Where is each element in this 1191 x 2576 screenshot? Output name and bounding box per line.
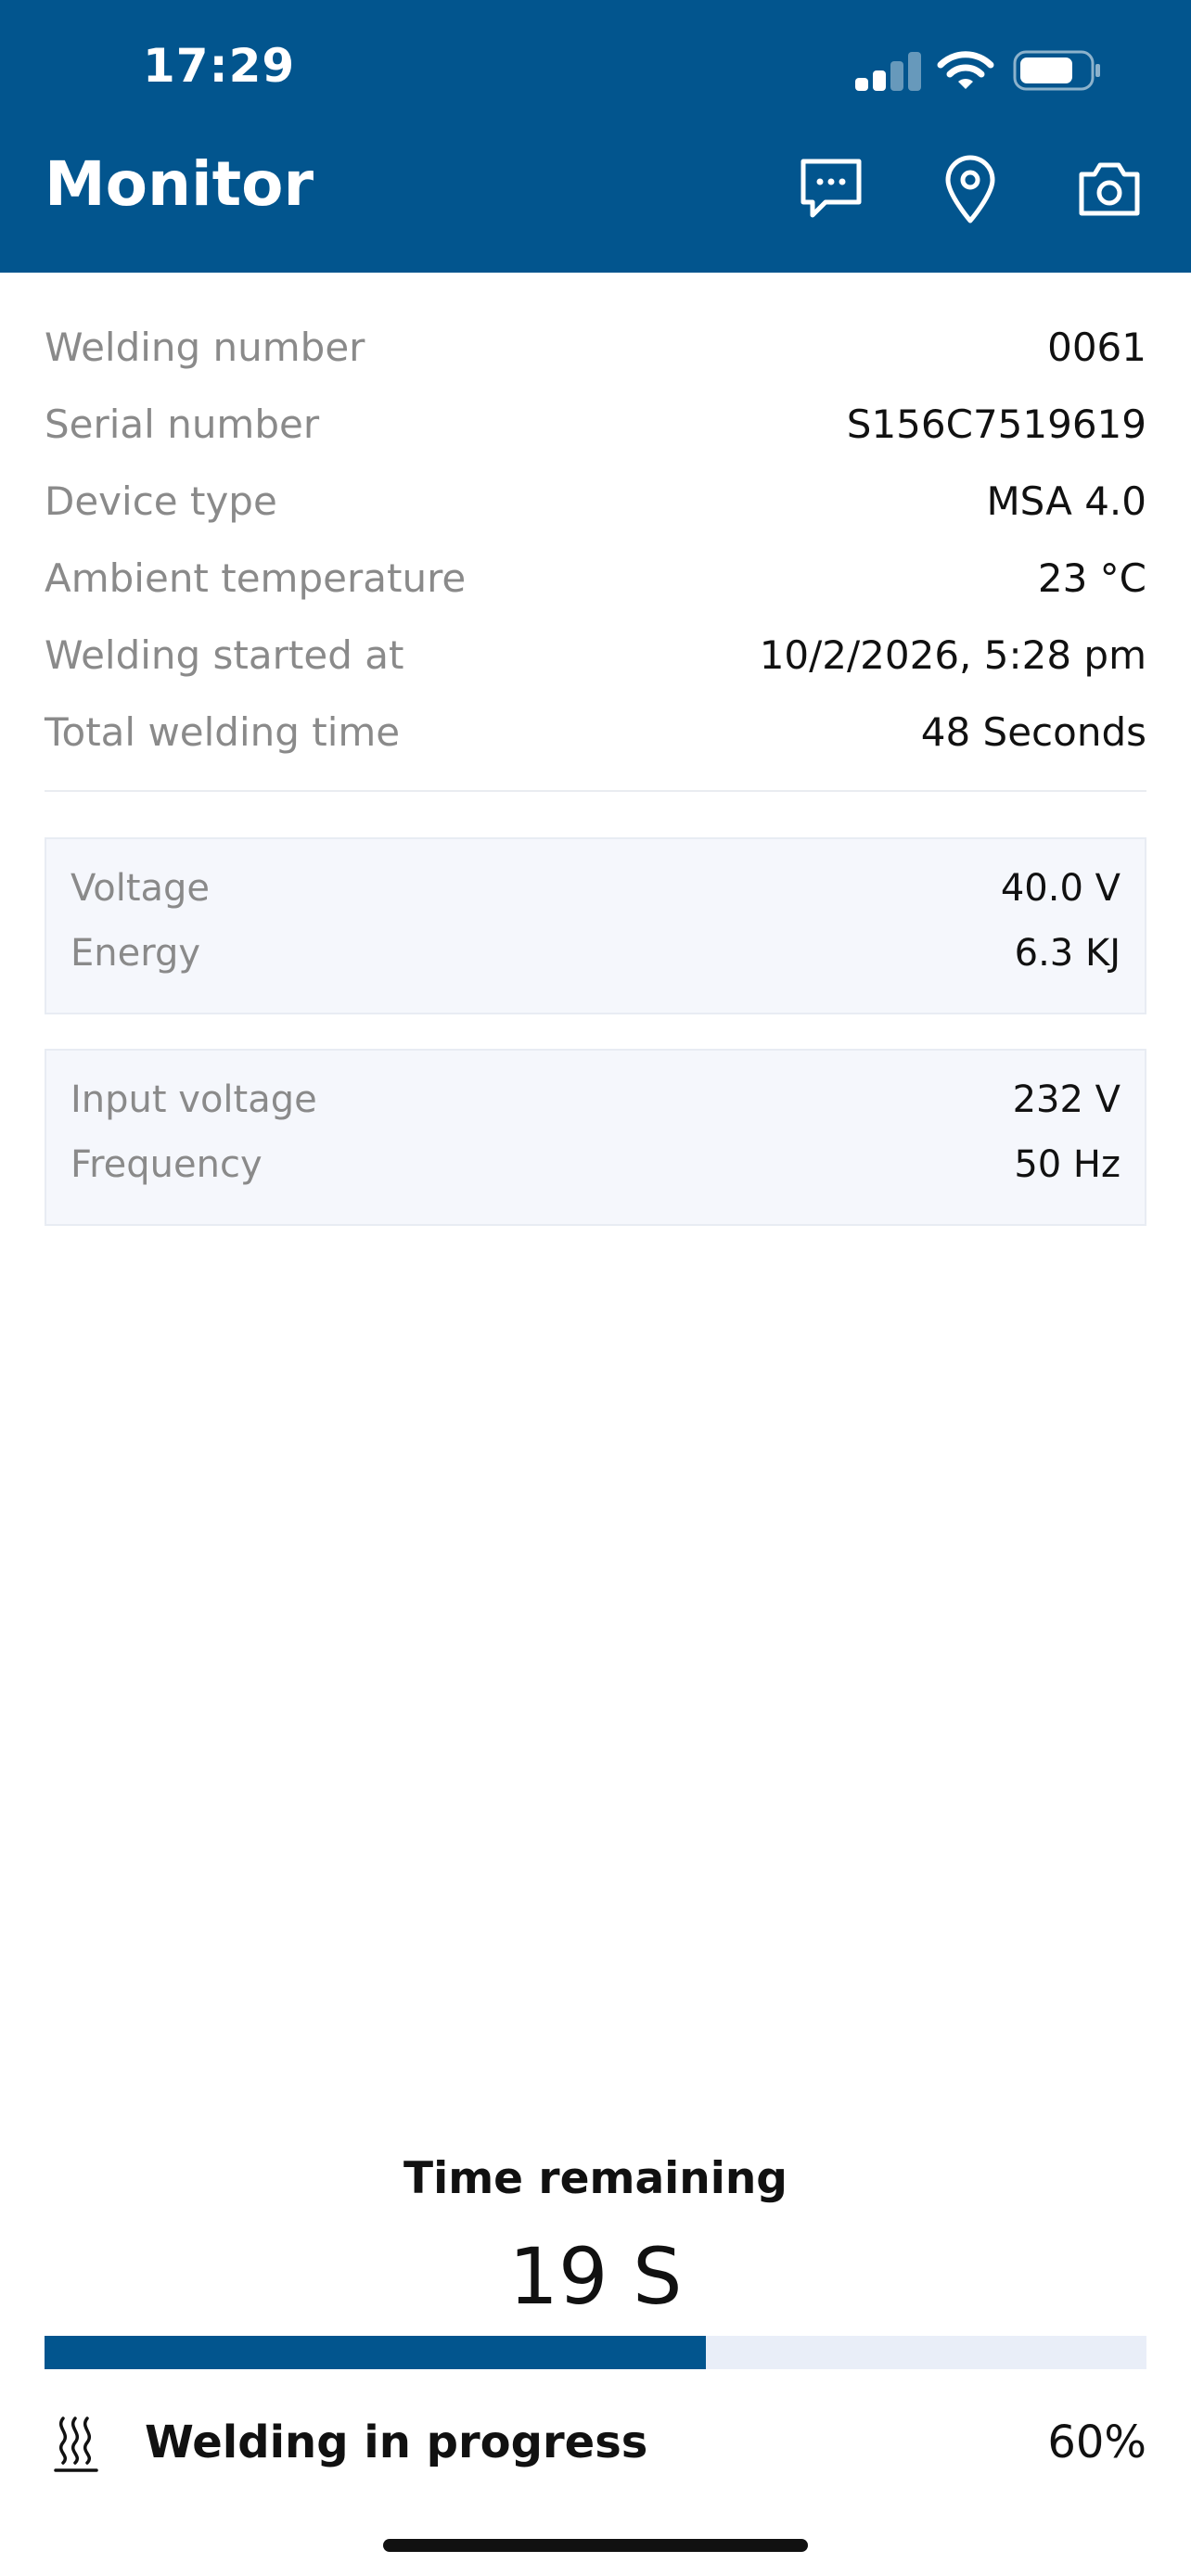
card-row-energy: Energy 6.3 KJ — [70, 921, 1121, 986]
card-label: Energy — [70, 932, 201, 975]
battery-icon — [1013, 50, 1102, 91]
detail-label: Ambient temperature — [45, 555, 467, 601]
time-remaining-label: Time remaining — [403, 2153, 788, 2204]
home-indicator[interactable] — [383, 2539, 808, 2552]
card-row-voltage: Voltage 40.0 V — [70, 856, 1121, 921]
location-pin-icon[interactable] — [935, 154, 1005, 224]
detail-row-serial-number: Serial number S156C7519619 — [45, 386, 1146, 463]
detail-value: S156C7519619 — [846, 402, 1146, 447]
wifi-icon — [937, 48, 994, 93]
detail-value: 10/2/2026, 5:28 pm — [759, 632, 1146, 678]
cellular-signal-icon — [855, 50, 922, 91]
card-row-input-voltage: Input voltage 232 V — [70, 1067, 1121, 1132]
card-label: Voltage — [70, 867, 211, 910]
detail-row-welding-number: Welding number 0061 — [45, 309, 1146, 386]
heat-waves-icon — [52, 2415, 100, 2474]
app-header: 17:29 Monitor — [0, 0, 1191, 273]
card-row-frequency: Frequency 50 Hz — [70, 1132, 1121, 1197]
welding-details: Welding number 0061 Serial number S156C7… — [45, 309, 1146, 771]
detail-label: Total welding time — [45, 709, 401, 755]
card-label: Frequency — [70, 1143, 263, 1186]
camera-icon[interactable] — [1074, 154, 1145, 224]
details-divider — [45, 790, 1146, 792]
card-label: Input voltage — [70, 1078, 317, 1121]
detail-label: Welding number — [45, 325, 365, 370]
welding-progress-percent: 60% — [1047, 2417, 1146, 2468]
input-values-card: Input voltage 232 V Frequency 50 Hz — [45, 1049, 1146, 1226]
time-remaining-value: 19 S — [508, 2231, 683, 2322]
detail-row-ambient-temperature: Ambient temperature 23 °C — [45, 540, 1146, 617]
detail-row-total-welding-time: Total welding time 48 Seconds — [45, 694, 1146, 771]
card-value: 40.0 V — [1000, 867, 1121, 910]
detail-value: 23 °C — [1037, 555, 1146, 601]
card-value: 50 Hz — [1014, 1143, 1121, 1186]
detail-value: 48 Seconds — [920, 709, 1146, 755]
status-bar-time: 17:29 — [143, 39, 296, 93]
detail-label: Serial number — [45, 402, 320, 447]
detail-row-welding-started: Welding started at 10/2/2026, 5:28 pm — [45, 617, 1146, 694]
welding-progress-fill — [45, 2336, 706, 2369]
detail-label: Device type — [45, 478, 277, 524]
welding-status-text: Welding in progress — [145, 2417, 648, 2468]
output-values-card: Voltage 40.0 V Energy 6.3 KJ — [45, 837, 1146, 1014]
page-title: Monitor — [45, 148, 314, 220]
detail-value: MSA 4.0 — [986, 478, 1146, 524]
detail-value: 0061 — [1047, 325, 1146, 370]
detail-row-device-type: Device type MSA 4.0 — [45, 463, 1146, 540]
detail-label: Welding started at — [45, 632, 404, 678]
welding-progress-bar — [45, 2336, 1146, 2369]
chat-icon[interactable] — [796, 154, 866, 224]
card-value: 6.3 KJ — [1014, 932, 1121, 975]
card-value: 232 V — [1012, 1078, 1121, 1121]
